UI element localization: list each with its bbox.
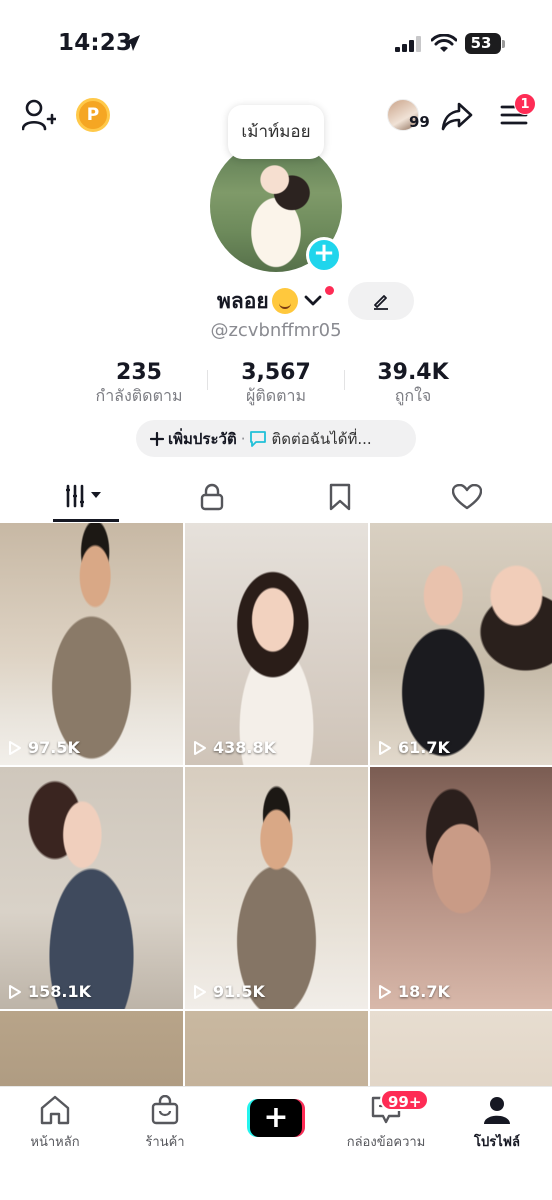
edit-profile-button[interactable]: [348, 282, 414, 320]
menu-notification-badge: 1: [514, 93, 536, 115]
wifi-icon: [431, 34, 457, 52]
video-thumbnail[interactable]: 97.5K: [0, 523, 183, 765]
location-arrow-icon: [124, 35, 140, 51]
video-thumbnail[interactable]: 61.7K: [370, 523, 552, 765]
bottom-nav: หน้าหลัก ร้านค้า + กล่องข้อความ 99+ โปรไ…: [0, 1086, 552, 1200]
video-views: 158.1K: [8, 982, 91, 1001]
video-views: 61.7K: [378, 738, 450, 757]
pencil-icon: [374, 295, 388, 310]
inbox-badge: 99+: [380, 1089, 430, 1111]
heart-icon: [452, 484, 482, 510]
video-grid: 97.5K 438.8K 61.7K 158.1K 91.5K 18.7K: [0, 523, 552, 1088]
add-friend-icon[interactable]: [22, 99, 56, 131]
battery-level: 53: [470, 34, 492, 52]
account-switch-dot: [325, 286, 334, 295]
share-icon[interactable]: [441, 101, 473, 131]
smiling-hearts-emoji-icon: [271, 288, 298, 314]
followers-count: 3,567: [241, 360, 311, 385]
bio-separator: ·: [240, 429, 246, 448]
profile-note-bubble[interactable]: เม้าท์มอย: [228, 105, 324, 159]
create-button[interactable]: +: [247, 1099, 305, 1137]
view-count: 61.7K: [398, 738, 450, 757]
followers-label: ผู้ติดตาม: [245, 386, 307, 405]
likes-count: 39.4K: [377, 360, 449, 385]
play-icon: [379, 740, 391, 755]
view-count: 158.1K: [28, 982, 92, 1001]
battery-indicator: 53: [465, 33, 501, 54]
plus-icon: +: [250, 1099, 302, 1137]
profile-icon: [484, 1097, 510, 1124]
tab-active-underline: [53, 519, 119, 522]
stat-followers[interactable]: 3,567 ผู้ติดตาม: [201, 360, 351, 406]
nav-profile-label: โปรไฟล์: [474, 1135, 520, 1150]
home-icon: [40, 1095, 70, 1125]
stat-following[interactable]: 235 กำลังติดตาม: [64, 360, 214, 406]
add-bio-label: เพิ่มประวัติ: [168, 429, 237, 448]
video-thumbnail[interactable]: [0, 1011, 183, 1088]
tab-videos[interactable]: [51, 478, 121, 518]
view-count: 438.8K: [213, 738, 277, 757]
contact-label: ติดต่อฉันได้ที่...: [271, 429, 372, 448]
status-bar: 14:23 53: [0, 0, 552, 88]
following-count: 235: [116, 360, 162, 385]
view-count: 97.5K: [28, 738, 80, 757]
add-story-plus-icon[interactable]: +: [306, 237, 342, 273]
points-coin-icon[interactable]: P: [76, 98, 110, 132]
videos-grid-icon: [66, 484, 101, 508]
play-icon: [9, 740, 21, 755]
nav-shop[interactable]: ร้านค้า: [110, 1094, 220, 1152]
video-views: 97.5K: [8, 738, 80, 757]
likes-label: ถูกใจ: [394, 386, 432, 405]
video-thumbnail[interactable]: 18.7K: [370, 767, 552, 1009]
video-thumbnail[interactable]: 91.5K: [185, 767, 368, 1009]
display-name: พลอย: [217, 288, 269, 313]
stat-likes[interactable]: 39.4K ถูกใจ: [338, 360, 488, 406]
nav-inbox-label: กล่องข้อความ: [346, 1135, 426, 1150]
plus-icon: [150, 431, 164, 446]
play-icon: [194, 740, 206, 755]
cellular-signal-icon: [395, 36, 421, 52]
chevron-down-icon[interactable]: [304, 294, 322, 308]
video-views: 438.8K: [193, 738, 276, 757]
video-thumbnail[interactable]: [370, 1011, 552, 1088]
play-icon: [194, 984, 206, 999]
lock-icon: [200, 483, 224, 511]
play-icon: [9, 984, 21, 999]
shopping-bag-icon: [151, 1094, 179, 1125]
bookmark-icon: [329, 483, 351, 511]
video-views: 18.7K: [378, 982, 450, 1001]
tab-liked[interactable]: [431, 478, 501, 518]
nav-shop-label: ร้านค้า: [145, 1135, 185, 1150]
video-views: 91.5K: [193, 982, 265, 1001]
video-thumbnail[interactable]: 438.8K: [185, 523, 368, 765]
nav-profile[interactable]: โปรไฟล์: [442, 1095, 552, 1152]
nav-home-label: หน้าหลัก: [30, 1135, 80, 1150]
name-row[interactable]: พลอย: [217, 285, 322, 317]
nav-home[interactable]: หน้าหลัก: [0, 1095, 110, 1152]
username: @zcvbnffmr05: [210, 320, 342, 341]
chat-bubble-icon: [250, 430, 267, 447]
following-label: กำลังติดตาม: [95, 386, 183, 405]
tab-private[interactable]: [177, 478, 247, 518]
video-thumbnail[interactable]: [185, 1011, 368, 1088]
profile-viewer-count[interactable]: 99: [409, 113, 430, 131]
video-thumbnail[interactable]: 158.1K: [0, 767, 183, 1009]
view-count: 18.7K: [398, 982, 450, 1001]
play-icon: [379, 984, 391, 999]
add-bio-button[interactable]: เพิ่มประวัติ · ติดต่อฉันได้ที่...: [136, 420, 416, 457]
tab-saved[interactable]: [304, 478, 374, 518]
view-count: 91.5K: [213, 982, 265, 1001]
battery-tip: [502, 40, 505, 48]
